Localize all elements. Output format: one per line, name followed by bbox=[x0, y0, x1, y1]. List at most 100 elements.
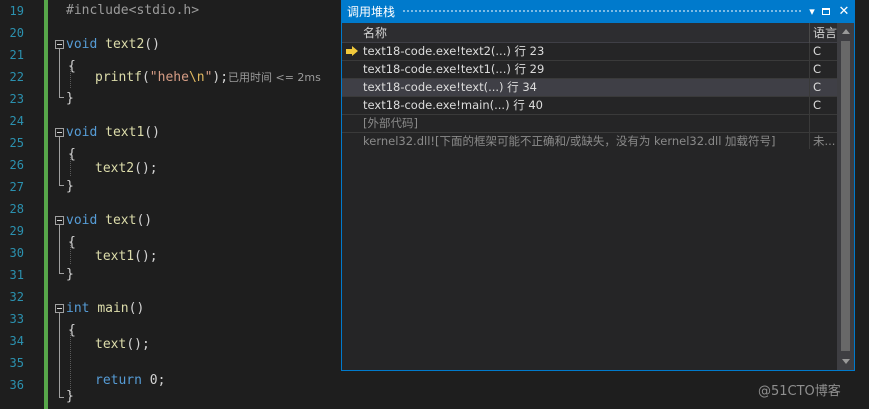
code-line-23[interactable]: printf("hehe\n"); bbox=[95, 67, 228, 89]
brace: } bbox=[66, 389, 74, 404]
punctuation: () bbox=[144, 125, 160, 140]
frame-language: C bbox=[813, 62, 822, 76]
line-number: 30 bbox=[9, 246, 24, 260]
frame-language: 未... bbox=[813, 134, 836, 148]
line-number: 35 bbox=[9, 356, 24, 370]
collapse-text-icon[interactable] bbox=[55, 216, 64, 225]
code-line-33[interactable]: text1(); bbox=[95, 246, 158, 268]
maximize-icon[interactable] bbox=[818, 4, 834, 20]
call-stack-window[interactable]: 调用堆栈 ▾ ✕ 名称 语言 text18-code.exe!text2(...… bbox=[341, 0, 855, 371]
stack-frame-row[interactable]: text18-code.exe!main(...) 行 40 C bbox=[342, 97, 837, 115]
line-number: 31 bbox=[9, 268, 24, 282]
line-number: 32 bbox=[9, 290, 24, 304]
punctuation: () bbox=[136, 213, 153, 228]
brace: } bbox=[66, 179, 74, 194]
line-number: 23 bbox=[9, 92, 24, 106]
change-tracking-bar bbox=[44, 0, 48, 409]
outline-end bbox=[59, 185, 64, 186]
close-icon[interactable]: ✕ bbox=[836, 4, 852, 20]
code-line-19[interactable]: #include<stdio.h> bbox=[66, 0, 199, 22]
line-number: 29 bbox=[9, 224, 24, 238]
frame-name: text18-code.exe!main(...) 行 40 bbox=[363, 98, 543, 112]
collapse-text2-icon[interactable] bbox=[55, 40, 64, 49]
brace: } bbox=[66, 267, 74, 282]
stack-frame-row-selected[interactable]: text18-code.exe!text(...) 行 34 C bbox=[342, 79, 837, 97]
code-line-32[interactable]: { bbox=[68, 232, 76, 254]
stack-frame-row[interactable]: [外部代码] bbox=[342, 115, 837, 133]
code-line-28[interactable]: text2(); bbox=[95, 158, 158, 180]
line-number: 36 bbox=[9, 378, 24, 392]
function-call: text bbox=[95, 337, 127, 352]
code-line-24[interactable]: } bbox=[66, 88, 74, 110]
scroll-down-icon[interactable] bbox=[837, 353, 854, 370]
punctuation: (); bbox=[134, 249, 158, 264]
outline-end bbox=[59, 273, 64, 274]
line-number: 21 bbox=[9, 48, 24, 62]
outline-line bbox=[59, 49, 60, 97]
punctuation: (); bbox=[126, 337, 150, 352]
punctuation: ( bbox=[141, 70, 150, 85]
line-number: 28 bbox=[9, 202, 24, 216]
code-line-34[interactable]: } bbox=[66, 264, 74, 286]
code-line-38[interactable]: text(); bbox=[95, 334, 150, 356]
function-name: text2 bbox=[105, 37, 145, 52]
collapse-main-icon[interactable] bbox=[55, 304, 64, 313]
frame-language: C bbox=[813, 80, 822, 94]
stack-frame-row[interactable]: text18-code.exe!text1(...) 行 29 C bbox=[342, 61, 837, 79]
code-line-36[interactable]: int main() bbox=[66, 298, 144, 320]
line-number: 26 bbox=[9, 158, 24, 172]
perf-tip[interactable]: 已用时间 <= 2ms bbox=[228, 67, 321, 89]
code-line-21[interactable]: void text2() bbox=[66, 34, 160, 56]
outline-margin bbox=[54, 0, 68, 409]
line-number: 22 bbox=[9, 70, 24, 84]
code-line-29[interactable]: } bbox=[66, 176, 74, 198]
punctuation: ); bbox=[212, 70, 229, 85]
line-number: 25 bbox=[9, 136, 24, 150]
call-stack-title: 调用堆栈 bbox=[347, 5, 396, 19]
line-number: 34 bbox=[9, 334, 24, 348]
column-separator[interactable] bbox=[809, 23, 810, 43]
column-header-name[interactable]: 名称 bbox=[363, 23, 387, 43]
collapse-text1-icon[interactable] bbox=[55, 128, 64, 137]
line-number: 19 bbox=[9, 4, 24, 18]
brace: { bbox=[68, 147, 76, 162]
call-stack-titlebar[interactable]: 调用堆栈 ▾ ✕ bbox=[342, 1, 854, 23]
line-number: 20 bbox=[9, 26, 24, 40]
code-line-22[interactable]: { bbox=[68, 56, 76, 78]
outline-line bbox=[59, 137, 60, 185]
stack-frame-row[interactable]: kernel32.dll![下面的框架可能不正确和/或缺失，没有为 kernel… bbox=[342, 133, 837, 149]
include-directive: #include<stdio.h> bbox=[66, 3, 200, 18]
brace: { bbox=[68, 235, 76, 250]
frame-name: [外部代码] bbox=[363, 116, 418, 130]
drag-grip[interactable] bbox=[402, 9, 802, 14]
line-number: 33 bbox=[9, 312, 24, 326]
escape-sequence: \n bbox=[188, 70, 205, 85]
function-call: text2 bbox=[95, 161, 135, 176]
scroll-up-icon[interactable] bbox=[837, 23, 854, 40]
call-stack-list[interactable]: text18-code.exe!text2(...) 行 23 C text18… bbox=[342, 43, 837, 149]
return-value: 0; bbox=[141, 373, 166, 388]
outline-line bbox=[59, 313, 60, 397]
punctuation: () bbox=[144, 37, 160, 52]
column-header-language[interactable]: 语言 bbox=[813, 23, 837, 43]
frame-name: text18-code.exe!text1(...) 行 29 bbox=[363, 62, 545, 76]
brace: } bbox=[66, 91, 74, 106]
code-line-31[interactable]: void text() bbox=[66, 210, 152, 232]
code-line-37[interactable]: { bbox=[68, 320, 76, 342]
scrollbar-thumb[interactable] bbox=[841, 41, 850, 351]
outline-end bbox=[59, 97, 64, 98]
outline-line bbox=[59, 225, 60, 273]
code-line-27[interactable]: { bbox=[68, 144, 76, 166]
code-line-40[interactable]: return 0; bbox=[95, 370, 165, 392]
frame-language: C bbox=[813, 98, 822, 112]
punctuation: (); bbox=[134, 161, 158, 176]
code-line-26[interactable]: void text1() bbox=[66, 122, 160, 144]
brace: { bbox=[68, 323, 76, 338]
vertical-scrollbar[interactable] bbox=[837, 23, 854, 370]
code-line-41[interactable]: } bbox=[66, 386, 74, 408]
stack-frame-row[interactable]: text18-code.exe!text2(...) 行 23 C bbox=[342, 43, 837, 61]
line-number: 27 bbox=[9, 180, 24, 194]
function-name: text bbox=[105, 213, 137, 228]
function-name: main bbox=[97, 301, 129, 316]
function-call: text1 bbox=[95, 249, 135, 264]
